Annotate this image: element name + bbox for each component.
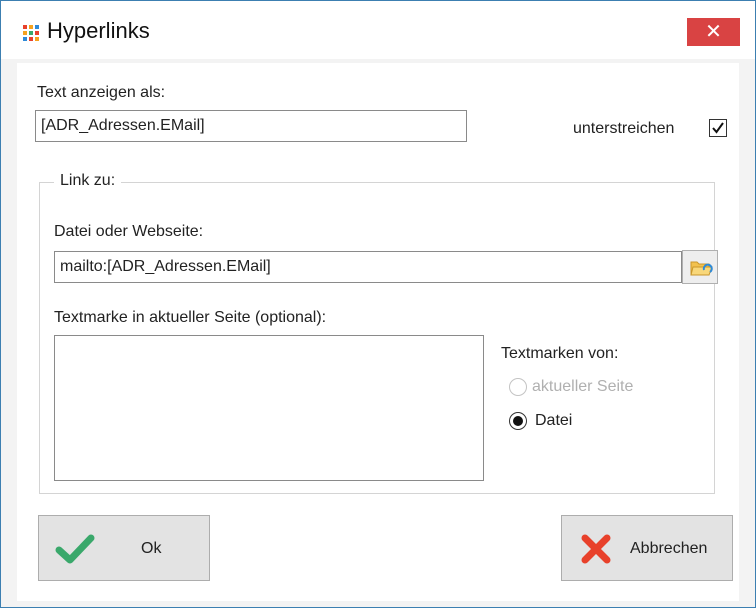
dialog-content: Text anzeigen als: [ADR_Adressen.EMail] … [17, 63, 739, 601]
link-group: Link zu: Datei oder Webseite: mailto:[AD… [39, 172, 718, 494]
bookmark-label: Textmarke in aktueller Seite (optional): [54, 309, 327, 326]
radio-current-page[interactable] [509, 378, 527, 396]
file-label: Datei oder Webseite: [54, 223, 204, 240]
title-bar[interactable]: Hyperlinks ✕ [1, 1, 755, 59]
file-url-input[interactable]: mailto:[ADR_Adressen.EMail] [54, 251, 682, 283]
display-text-label: Text anzeigen als: [37, 84, 166, 101]
radio-file-label: Datei [535, 412, 573, 429]
checkmark-glyph-icon [712, 122, 724, 134]
display-text-input[interactable]: [ADR_Adressen.EMail] [35, 110, 467, 142]
folder-open-icon [690, 261, 713, 276]
ok-label: Ok [141, 540, 162, 557]
checkmark-icon [55, 534, 95, 564]
cancel-label: Abbrechen [630, 540, 708, 557]
app-grid-icon [23, 25, 39, 41]
bookmark-listbox[interactable] [54, 335, 484, 481]
underline-checkbox[interactable] [709, 119, 727, 137]
window-title: Hyperlinks [47, 18, 150, 43]
underline-label: unterstreichen [573, 120, 675, 137]
radio-selected-dot [513, 416, 523, 426]
bookmarks-from-label: Textmarken von: [501, 345, 619, 362]
close-button[interactable]: ✕ [687, 18, 740, 46]
cross-icon [581, 534, 611, 564]
hyperlinks-dialog: Hyperlinks ✕ Text anzeigen als: [ADR_Adr… [0, 0, 756, 608]
ok-button[interactable]: Ok [38, 515, 210, 581]
radio-current-page-label: aktueller Seite [532, 378, 634, 395]
browse-button[interactable] [682, 250, 718, 284]
cancel-button[interactable]: Abbrechen [561, 515, 733, 581]
link-group-legend: Link zu: [54, 172, 122, 190]
radio-file[interactable] [509, 412, 527, 430]
